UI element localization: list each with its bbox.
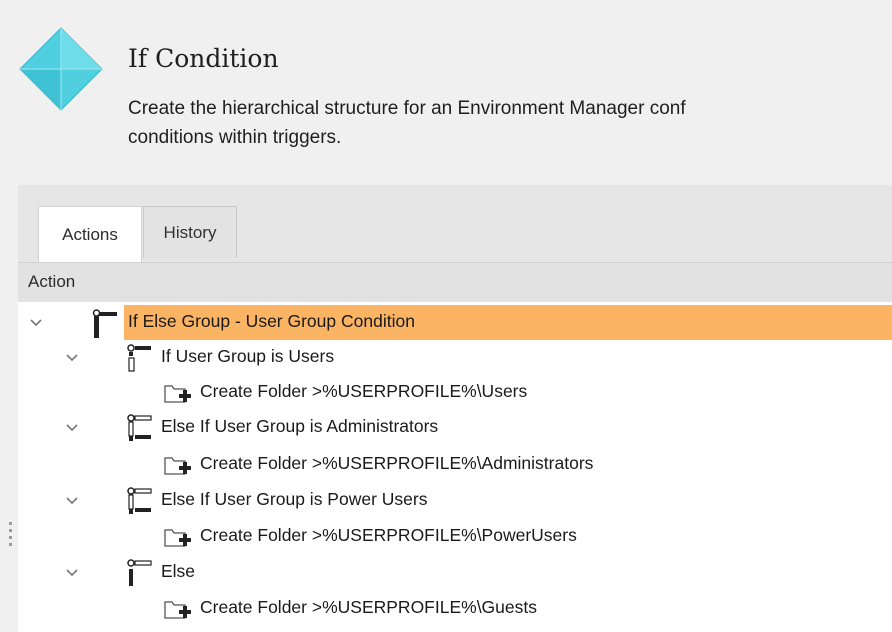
create-folder-icon <box>164 385 191 403</box>
else-if-condition-icon <box>127 414 152 441</box>
diamond-icon <box>19 27 103 111</box>
tree-row-if-else-group[interactable]: If Else Group - User Group Condition <box>18 305 892 340</box>
create-folder-icon <box>164 529 191 547</box>
tree-label: Create Folder >%USERPROFILE%\PowerUsers <box>200 525 577 545</box>
tree-row-else-if-power-users[interactable]: Else If User Group is Power Users <box>18 483 892 518</box>
column-header-action[interactable]: Action <box>18 262 892 302</box>
tree-row-else-if-administrators[interactable]: Else If User Group is Administrators <box>18 410 892 445</box>
create-folder-icon <box>164 601 191 619</box>
tree-row-create-folder-powerusers[interactable]: Create Folder >%USERPROFILE%\PowerUsers <box>18 519 892 554</box>
tree-label: Create Folder >%USERPROFILE%\Administrat… <box>200 453 594 473</box>
tree-label: If User Group is Users <box>161 346 335 366</box>
page-title: If Condition <box>128 44 279 73</box>
if-condition-icon <box>127 344 151 372</box>
else-if-condition-icon <box>127 487 152 514</box>
chevron-down-icon[interactable] <box>28 314 44 330</box>
tree-label: Create Folder >%USERPROFILE%\Users <box>200 381 528 401</box>
column-header-label: Action <box>28 272 76 291</box>
header: If Condition Create the hierarchical str… <box>0 0 892 185</box>
tree-label: Else If User Group is Administrators <box>161 416 439 436</box>
chevron-down-icon[interactable] <box>64 564 80 580</box>
if-else-group-icon <box>92 309 117 338</box>
chevron-down-icon[interactable] <box>64 492 80 508</box>
chevron-down-icon[interactable] <box>64 419 80 435</box>
tree-label: Else <box>161 561 196 581</box>
else-condition-icon <box>127 559 152 586</box>
tree-label: Else If User Group is Power Users <box>161 489 428 509</box>
tree-row-create-folder-guests[interactable]: Create Folder >%USERPROFILE%\Guests <box>18 591 892 626</box>
tree-row-else[interactable]: Else <box>18 555 892 590</box>
tree-row-if-users[interactable]: If User Group is Users <box>18 340 892 375</box>
window: If Condition Create the hierarchical str… <box>0 0 892 632</box>
resize-grip[interactable] <box>9 522 13 552</box>
tree-label: Create Folder >%USERPROFILE%\Guests <box>200 597 537 617</box>
page-description: Create the hierarchical structure for an… <box>128 94 892 152</box>
tab-history[interactable]: History <box>143 206 237 258</box>
tab-actions[interactable]: Actions <box>38 206 142 262</box>
description-line-1: Create the hierarchical structure for an… <box>128 98 686 119</box>
chevron-down-icon[interactable] <box>64 349 80 365</box>
tree-row-create-folder-users[interactable]: Create Folder >%USERPROFILE%\Users <box>18 375 892 410</box>
tree-label: If Else Group - User Group Condition <box>128 311 415 331</box>
description-line-2: conditions within triggers. <box>128 127 342 148</box>
tree-row-create-folder-administrators[interactable]: Create Folder >%USERPROFILE%\Administrat… <box>18 447 892 482</box>
create-folder-icon <box>164 457 191 475</box>
